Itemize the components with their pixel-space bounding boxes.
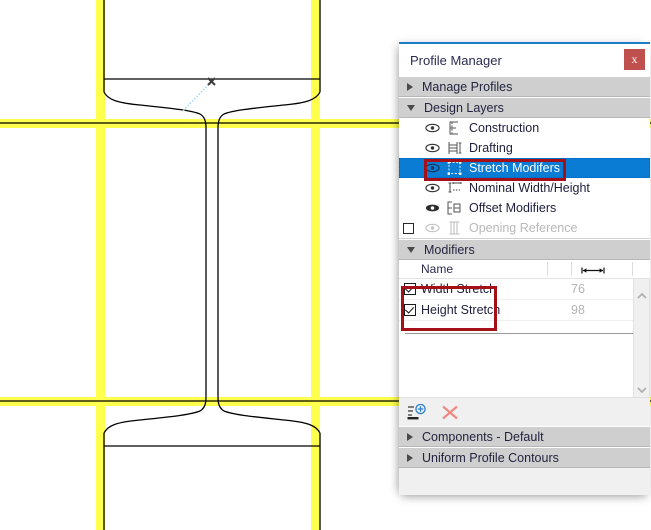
eye-icon[interactable] [421,143,443,153]
modifiers-table-body[interactable]: Width Stretch 76 Height Stretch 98 [399,279,650,397]
profile-manager-dialog[interactable]: Profile Manager x Manage Profiles Design… [399,42,650,495]
section-manage-profiles[interactable]: Manage Profiles [399,76,650,97]
section-components-label: Components - Default [422,429,544,444]
column-divider[interactable] [632,262,633,276]
layer-label: Construction [469,121,540,135]
column-header-name[interactable]: Name [399,262,453,276]
drafting-layer-icon [443,141,465,155]
triangle-right-icon [407,453,413,462]
modifiers-panel[interactable]: Name Width Stretch 76 Height Stretch 98 [399,260,650,426]
dialog-titlebar: Profile Manager x [399,44,650,76]
stretch-modifier-icon [443,161,465,175]
opening-reference-icon [443,221,465,235]
close-button[interactable]: x [624,49,645,70]
checkbox-checked-icon [404,304,416,316]
table-row[interactable]: Width Stretch 76 [399,279,649,300]
layer-label: Offset Modifiers [469,201,557,215]
layer-row-drafting[interactable]: Drafting [399,138,650,158]
layer-row-opening-reference[interactable]: Opening Reference [399,218,650,238]
table-row[interactable]: Height Stretch 98 [399,300,649,321]
dialog-title: Profile Manager [410,52,502,68]
layer-label: Drafting [469,141,513,155]
layer-label: Stretch Modifers [469,161,561,175]
triangle-down-icon [407,104,415,111]
list-separator [405,333,641,334]
modifier-value[interactable]: 98 [554,303,602,317]
modifiers-toolbar[interactable] [399,397,650,426]
checkbox-checked-icon [404,283,416,295]
add-to-list-icon[interactable] [407,403,427,421]
layer-row-nominal-width-height[interactable]: Nominal Width/Height [399,178,650,198]
chevron-down-icon[interactable] [637,382,647,394]
column-divider[interactable] [571,262,572,276]
checkbox-box [403,222,414,234]
row-checkbox[interactable] [399,283,421,295]
nominal-dimension-icon [443,181,465,195]
section-uniform-contours-label: Uniform Profile Contours [422,450,559,465]
section-design-layers-label: Design Layers [424,100,504,115]
eye-icon[interactable] [421,183,443,193]
modifier-name: Height Stretch [421,303,501,317]
design-layers-list[interactable]: Construction Drafting Stretch Modifers N… [399,118,650,239]
construction-layer-icon [443,121,465,135]
modifier-name: Width Stretch [421,282,497,296]
triangle-right-icon [407,82,413,91]
layer-row-offset-modifiers[interactable]: Offset Modifiers [399,198,650,218]
chevron-up-icon[interactable] [637,288,647,299]
triangle-down-icon [407,246,415,253]
eye-icon[interactable] [421,163,443,173]
section-manage-profiles-label: Manage Profiles [422,79,513,94]
modifiers-scrollbar[interactable] [633,279,649,397]
eye-icon[interactable] [421,223,443,233]
triangle-right-icon [407,432,413,441]
eye-filled-icon[interactable] [421,203,443,213]
delete-x-icon[interactable] [441,404,459,421]
eye-icon[interactable] [421,123,443,133]
section-design-layers[interactable]: Design Layers [399,97,650,118]
layer-label: Nominal Width/Height [469,181,590,195]
modifier-value[interactable]: 76 [554,282,602,296]
layer-row-construction[interactable]: Construction [399,118,650,138]
offset-modifier-icon [443,201,465,215]
opening-reference-checkbox[interactable] [403,222,421,234]
horizontal-arrows-icon [581,264,605,278]
section-modifiers-label: Modifiers [424,242,475,257]
rubber-band-line [181,81,212,113]
section-modifiers[interactable]: Modifiers [399,239,650,260]
row-checkbox[interactable] [399,304,421,316]
section-components-default[interactable]: Components - Default [399,426,650,447]
column-divider[interactable] [547,262,548,276]
section-uniform-profile-contours[interactable]: Uniform Profile Contours [399,447,650,468]
layer-label: Opening Reference [469,221,578,235]
layer-row-stretch-modifers[interactable]: Stretch Modifers [399,158,650,178]
modifiers-table-header: Name [399,260,650,279]
